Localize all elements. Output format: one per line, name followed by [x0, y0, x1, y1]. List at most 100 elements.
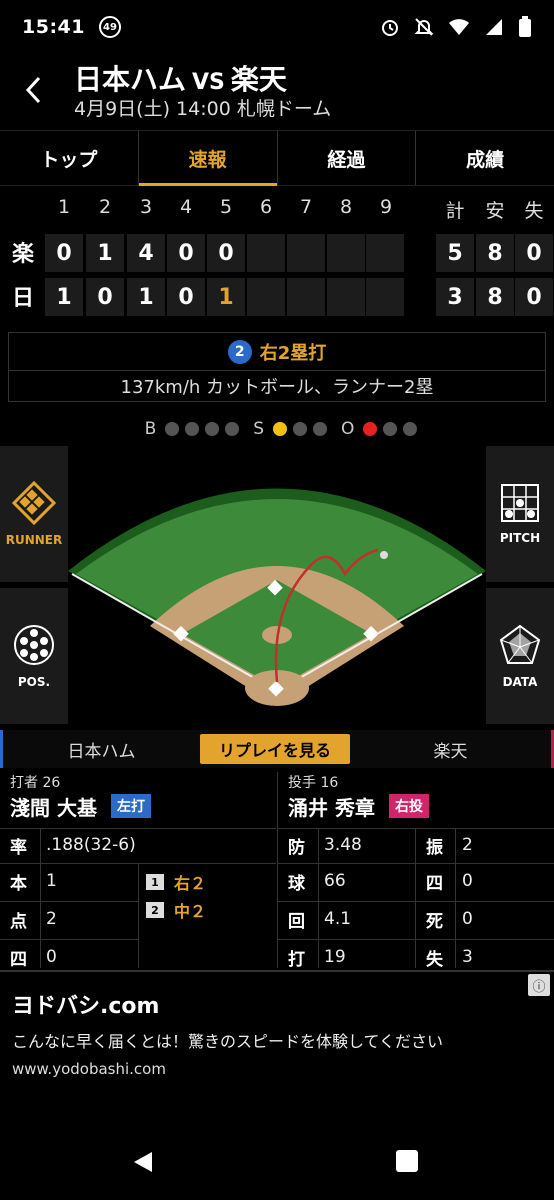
pitcher-hand-badge: 右投 [388, 794, 429, 818]
ad-info-icon[interactable]: ⓘ [528, 974, 550, 996]
stat-key: 失 [426, 949, 443, 970]
tab-stats[interactable]: 成績 [416, 131, 554, 185]
replay-button[interactable]: リプレイを見る [200, 734, 350, 764]
total-errors-cell: 0 [515, 234, 553, 272]
stat-value: 0 [462, 909, 473, 929]
nav-home-icon[interactable] [396, 1150, 418, 1172]
balls-label: B [144, 419, 157, 439]
data-button[interactable]: DATA [486, 588, 554, 724]
at-bat-number: 1 [146, 874, 164, 890]
tab-live[interactable]: 速報 [138, 131, 278, 186]
tab-progress[interactable]: 経過 [278, 131, 417, 185]
pitcher-stat-row: 失 3 [416, 940, 473, 974]
score-cell [327, 234, 365, 272]
field-area: RUNNER POS. PITCH DATA [0, 446, 554, 726]
total-header-runs: 計 [445, 200, 465, 222]
stat-key: 死 [426, 911, 443, 932]
score-cell [287, 234, 325, 272]
stat-value: 3 [462, 947, 473, 967]
positions-icon [14, 625, 54, 665]
inning-header: 9 [379, 196, 393, 218]
score-cell [366, 234, 404, 272]
stat-key: 打 [288, 949, 305, 970]
pitcher-stat-row: 振 2 [416, 828, 473, 862]
alarm-icon [382, 20, 398, 36]
stat-key: 回 [288, 911, 305, 932]
divider [40, 828, 41, 968]
battery-icon [519, 16, 531, 37]
wifi-icon [449, 19, 469, 35]
player-panel: 打者 26 淺間 大基 左打 率 .188(32-6) 本 1 点 2 四 0 … [0, 772, 554, 970]
total-hits-cell: 8 [476, 278, 514, 316]
inning-header: 7 [299, 196, 313, 218]
stat-key: 球 [288, 873, 305, 894]
total-hits-cell: 8 [476, 234, 514, 272]
ball-landing-point [380, 551, 388, 559]
score-cell: 1 [86, 234, 124, 272]
batter-role: 打者 26 [10, 775, 61, 791]
stat-key: 防 [288, 837, 305, 858]
batter-name-row[interactable]: 淺間 大基 左打 [0, 788, 276, 824]
ad-text: こんなに早く届くとは！驚きのスピードを体験してください [12, 1032, 444, 1051]
pitch-grid-icon [501, 484, 539, 522]
score-cell [247, 278, 285, 316]
pitch-button[interactable]: PITCH [486, 446, 554, 582]
batter-stat-row: 率 .188(32-6) [0, 828, 136, 862]
status-time: 15:41 [22, 16, 85, 38]
out-dot [403, 422, 418, 436]
positions-label: POS. [17, 675, 51, 689]
inning-header: 8 [339, 196, 353, 218]
game-header: 日本ハム VS 楽天 4月9日(土) 14:00 札幌ドーム [0, 54, 554, 126]
at-bat-text: 右２ [174, 874, 207, 893]
total-errors-cell: 0 [515, 278, 553, 316]
ad-url: www.yodobashi.com [12, 1060, 166, 1078]
stat-value: 2 [462, 835, 473, 855]
batter-stat-row: 四 0 [0, 940, 57, 974]
tab-bar: トップ 速報 経過 成績 [0, 130, 554, 186]
ad-banner[interactable]: ⓘ ヨドバシ.com こんなに早く届くとは！驚きのスピードを体験してください w… [0, 970, 554, 1088]
data-label: DATA [502, 675, 538, 689]
pitcher-stat-row: 打 19 [278, 940, 346, 974]
at-bat-result: 2 中２ [146, 898, 206, 922]
back-button[interactable] [18, 72, 48, 108]
team-bar: 日本ハム リプレイを見る 楽天 [0, 730, 554, 768]
strikes-label: S [253, 419, 265, 439]
pitcher-name: 涌井 秀章 [288, 795, 375, 820]
runner-button[interactable]: RUNNER [0, 446, 68, 582]
nav-back-icon[interactable] [132, 1150, 154, 1174]
batter-stat-row: 点 2 [0, 902, 57, 936]
tab-top[interactable]: トップ [0, 131, 139, 185]
total-header-hits: 安 [485, 200, 505, 222]
mute-bell-icon [414, 18, 434, 36]
system-nav-bar [0, 1120, 554, 1200]
play-detail-text: 137km/h カットボール、ランナー2塁 [120, 377, 434, 398]
score-cell: 4 [127, 234, 165, 272]
ball-dot [165, 422, 180, 436]
out-dot [383, 422, 398, 436]
pitcher-name-row[interactable]: 涌井 秀章 右投 [278, 788, 554, 824]
play-result-line: 2 右2塁打 [9, 333, 545, 371]
score-cell [366, 278, 404, 316]
batter-name: 淺間 大基 [10, 795, 97, 820]
positions-button[interactable]: POS. [0, 588, 68, 724]
home-team-tab[interactable]: 日本ハム [0, 730, 200, 768]
radar-chart-icon [499, 624, 541, 664]
score-cell: 0 [167, 278, 205, 316]
away-team-tab[interactable]: 楽天 [350, 730, 554, 768]
game-subtitle: 4月9日(土) 14:00 札幌ドーム [74, 98, 332, 120]
team-label-home: 日 [12, 286, 35, 311]
score-cell [247, 234, 285, 272]
baseball-field [68, 488, 486, 706]
game-title: 日本ハム VS 楽天 [74, 58, 287, 98]
pitcher-stat-row: 回 4.1 [278, 902, 351, 936]
runner-label: RUNNER [5, 533, 63, 547]
batter-hand-badge: 左打 [110, 794, 151, 818]
total-header-errors: 失 [524, 200, 544, 222]
ad-title: ヨドバシ.com [12, 994, 160, 1019]
signal-icon [486, 19, 502, 35]
stat-value: 3.48 [324, 835, 362, 855]
pitch-label: PITCH [499, 531, 541, 545]
pitcher-stat-row: 死 0 [416, 902, 473, 936]
inning-header: 3 [139, 196, 153, 218]
ball-count: B S O [0, 416, 554, 442]
